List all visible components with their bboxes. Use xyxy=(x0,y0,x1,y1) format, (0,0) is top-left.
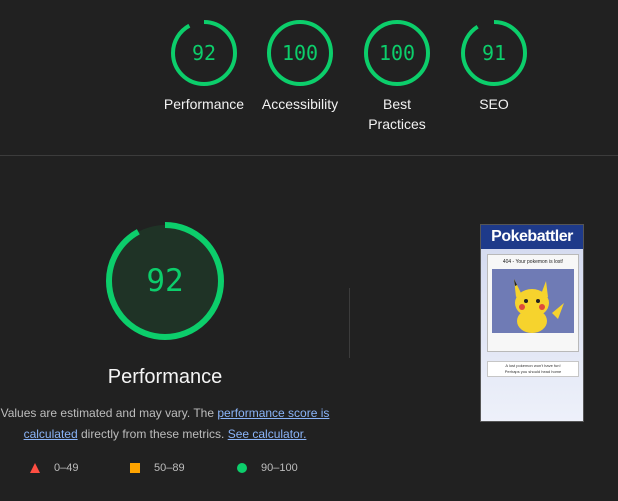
desc-prefix: Values are estimated and may vary. The xyxy=(0,406,218,420)
score-description: Values are estimated and may vary. The p… xyxy=(0,403,330,445)
gauge-score: 92 xyxy=(191,41,217,65)
legend-fail: 0–49 xyxy=(30,460,78,476)
gauge-label: SEO xyxy=(479,96,509,112)
section-divider xyxy=(0,155,618,156)
performance-score: 92 xyxy=(146,263,184,299)
legend-pass: 90–100 xyxy=(237,460,298,476)
gauge-accessibility[interactable]: 100 Accessibility xyxy=(245,18,355,114)
gauge-score: 100 xyxy=(281,41,319,65)
gauge-label: Accessibility xyxy=(261,96,339,112)
page-screenshot-thumbnail[interactable]: Pokebattler 404 - Your pokemon is lost! xyxy=(480,224,584,422)
circle-icon xyxy=(237,463,247,473)
square-icon xyxy=(130,463,140,473)
gauge-best-practices[interactable]: 100 Best Practices xyxy=(342,18,452,134)
pikachu-drawing xyxy=(514,279,564,333)
gauge-label: Best Practices xyxy=(368,96,426,132)
thumbnail-message-line: Perhaps you should head home xyxy=(504,369,562,374)
vertical-divider xyxy=(349,288,350,358)
thumbnail-body: 404 - Your pokemon is lost! A lost pokem… xyxy=(481,249,583,421)
legend-range: 50–89 xyxy=(154,462,185,474)
thumbnail-message: A lost pokemon won't have fun! Perhaps y… xyxy=(487,361,579,377)
category-gauges: 92 Performance 100 Accessibility 100 Bes… xyxy=(0,0,618,155)
legend-range: 0–49 xyxy=(54,462,79,474)
thumbnail-card-title: 404 - Your pokemon is lost! xyxy=(502,259,564,265)
gauge-score: 91 xyxy=(481,41,507,65)
gauge-performance[interactable]: 92 Performance xyxy=(149,18,259,114)
gauge-seo[interactable]: 91 SEO xyxy=(439,18,549,114)
see-calculator-link[interactable]: See calculator. xyxy=(228,427,307,441)
thumbnail-card: 404 - Your pokemon is lost! xyxy=(487,254,579,352)
thumbnail-brand: Pokebattler xyxy=(481,225,583,249)
triangle-icon xyxy=(30,463,40,473)
pikachu-image xyxy=(492,269,574,333)
legend-average: 50–89 xyxy=(130,460,185,476)
legend-range: 90–100 xyxy=(261,462,298,474)
gauge-label: Performance xyxy=(163,96,245,112)
desc-middle: directly from these metrics. xyxy=(77,427,228,441)
performance-title: Performance xyxy=(107,366,223,388)
gauge-score: 100 xyxy=(378,41,416,65)
